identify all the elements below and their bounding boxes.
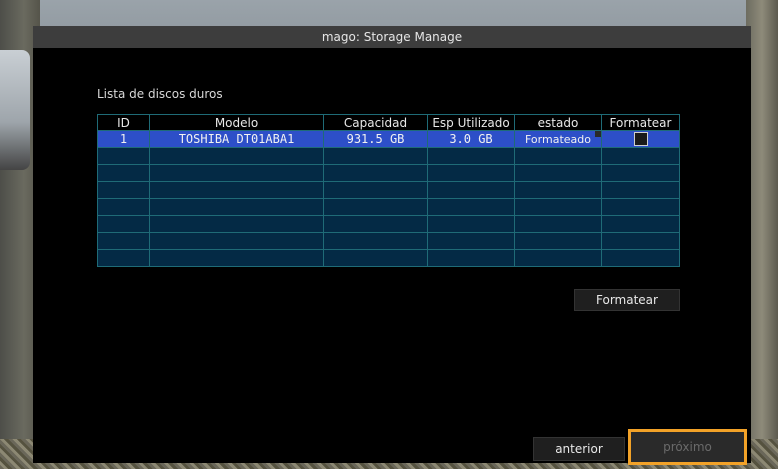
empty-cell bbox=[323, 215, 428, 233]
empty-cell bbox=[323, 198, 428, 216]
empty-cell bbox=[149, 164, 324, 182]
column-header-capacity: Capacidad bbox=[323, 114, 428, 131]
cell-id: 1 bbox=[97, 130, 150, 148]
empty-cell bbox=[601, 215, 680, 233]
table-row[interactable] bbox=[97, 198, 680, 216]
empty-cell bbox=[514, 198, 602, 216]
empty-cell bbox=[427, 164, 515, 182]
empty-cell bbox=[97, 232, 150, 250]
empty-cell bbox=[427, 198, 515, 216]
empty-cell bbox=[323, 164, 428, 182]
empty-cell bbox=[601, 164, 680, 182]
table-row[interactable] bbox=[97, 232, 680, 250]
cell-used: 3.0 GB bbox=[427, 130, 515, 148]
column-header-format: Formatear bbox=[601, 114, 680, 131]
empty-cell bbox=[149, 215, 324, 233]
empty-cell bbox=[601, 181, 680, 199]
empty-cell bbox=[427, 232, 515, 250]
empty-cell bbox=[97, 215, 150, 233]
table-row[interactable] bbox=[97, 164, 680, 182]
empty-cell bbox=[427, 147, 515, 165]
table-row[interactable] bbox=[97, 249, 680, 267]
format-checkbox[interactable] bbox=[633, 132, 648, 147]
empty-cell bbox=[514, 232, 602, 250]
cell-capacity: 931.5 GB bbox=[323, 130, 428, 148]
empty-cell bbox=[601, 249, 680, 267]
empty-cell bbox=[323, 249, 428, 267]
background-car bbox=[0, 50, 30, 170]
previous-button[interactable]: anterior bbox=[533, 437, 625, 461]
column-header-model: Modelo bbox=[149, 114, 324, 131]
empty-cell bbox=[514, 164, 602, 182]
column-header-state: estado bbox=[514, 114, 602, 131]
empty-cell bbox=[149, 232, 324, 250]
empty-cell bbox=[97, 249, 150, 267]
empty-cell bbox=[514, 147, 602, 165]
empty-cell bbox=[149, 249, 324, 267]
table-row[interactable] bbox=[97, 215, 680, 233]
column-header-id: ID bbox=[97, 114, 150, 131]
empty-cell bbox=[97, 181, 150, 199]
empty-cell bbox=[149, 181, 324, 199]
empty-cell bbox=[427, 181, 515, 199]
disk-table: ID Modelo Capacidad Esp Utilizado estado… bbox=[97, 114, 680, 267]
storage-manage-dialog: mago: Storage Manage Lista de discos dur… bbox=[33, 26, 751, 465]
column-header-used: Esp Utilizado bbox=[427, 114, 515, 131]
table-row[interactable]: 1 TOSHIBA DT01ABA1 931.5 GB 3.0 GB Forma… bbox=[97, 130, 680, 148]
empty-cell bbox=[97, 147, 150, 165]
empty-cell bbox=[149, 198, 324, 216]
empty-cell bbox=[514, 215, 602, 233]
empty-cell bbox=[514, 249, 602, 267]
empty-cell bbox=[601, 232, 680, 250]
table-row[interactable] bbox=[97, 181, 680, 199]
empty-cell bbox=[427, 249, 515, 267]
state-text: Formateado bbox=[525, 132, 591, 146]
empty-cell bbox=[514, 181, 602, 199]
empty-cell bbox=[323, 232, 428, 250]
empty-cell bbox=[97, 164, 150, 182]
empty-cell bbox=[427, 215, 515, 233]
cell-state: Formateado bbox=[514, 130, 602, 148]
dialog-title: mago: Storage Manage bbox=[33, 26, 751, 48]
cell-model: TOSHIBA DT01ABA1 bbox=[149, 130, 324, 148]
empty-cell bbox=[149, 147, 324, 165]
empty-cell bbox=[601, 147, 680, 165]
empty-cell bbox=[601, 198, 680, 216]
table-row[interactable] bbox=[97, 147, 680, 165]
empty-cell bbox=[97, 198, 150, 216]
disk-list-label: Lista de discos duros bbox=[97, 87, 223, 101]
empty-cell bbox=[323, 147, 428, 165]
next-button[interactable]: próximo bbox=[628, 429, 747, 465]
cell-format bbox=[601, 130, 680, 148]
table-header-row: ID Modelo Capacidad Esp Utilizado estado… bbox=[97, 114, 680, 131]
state-marker bbox=[595, 131, 601, 137]
empty-cell bbox=[323, 181, 428, 199]
format-button[interactable]: Formatear bbox=[574, 289, 680, 311]
